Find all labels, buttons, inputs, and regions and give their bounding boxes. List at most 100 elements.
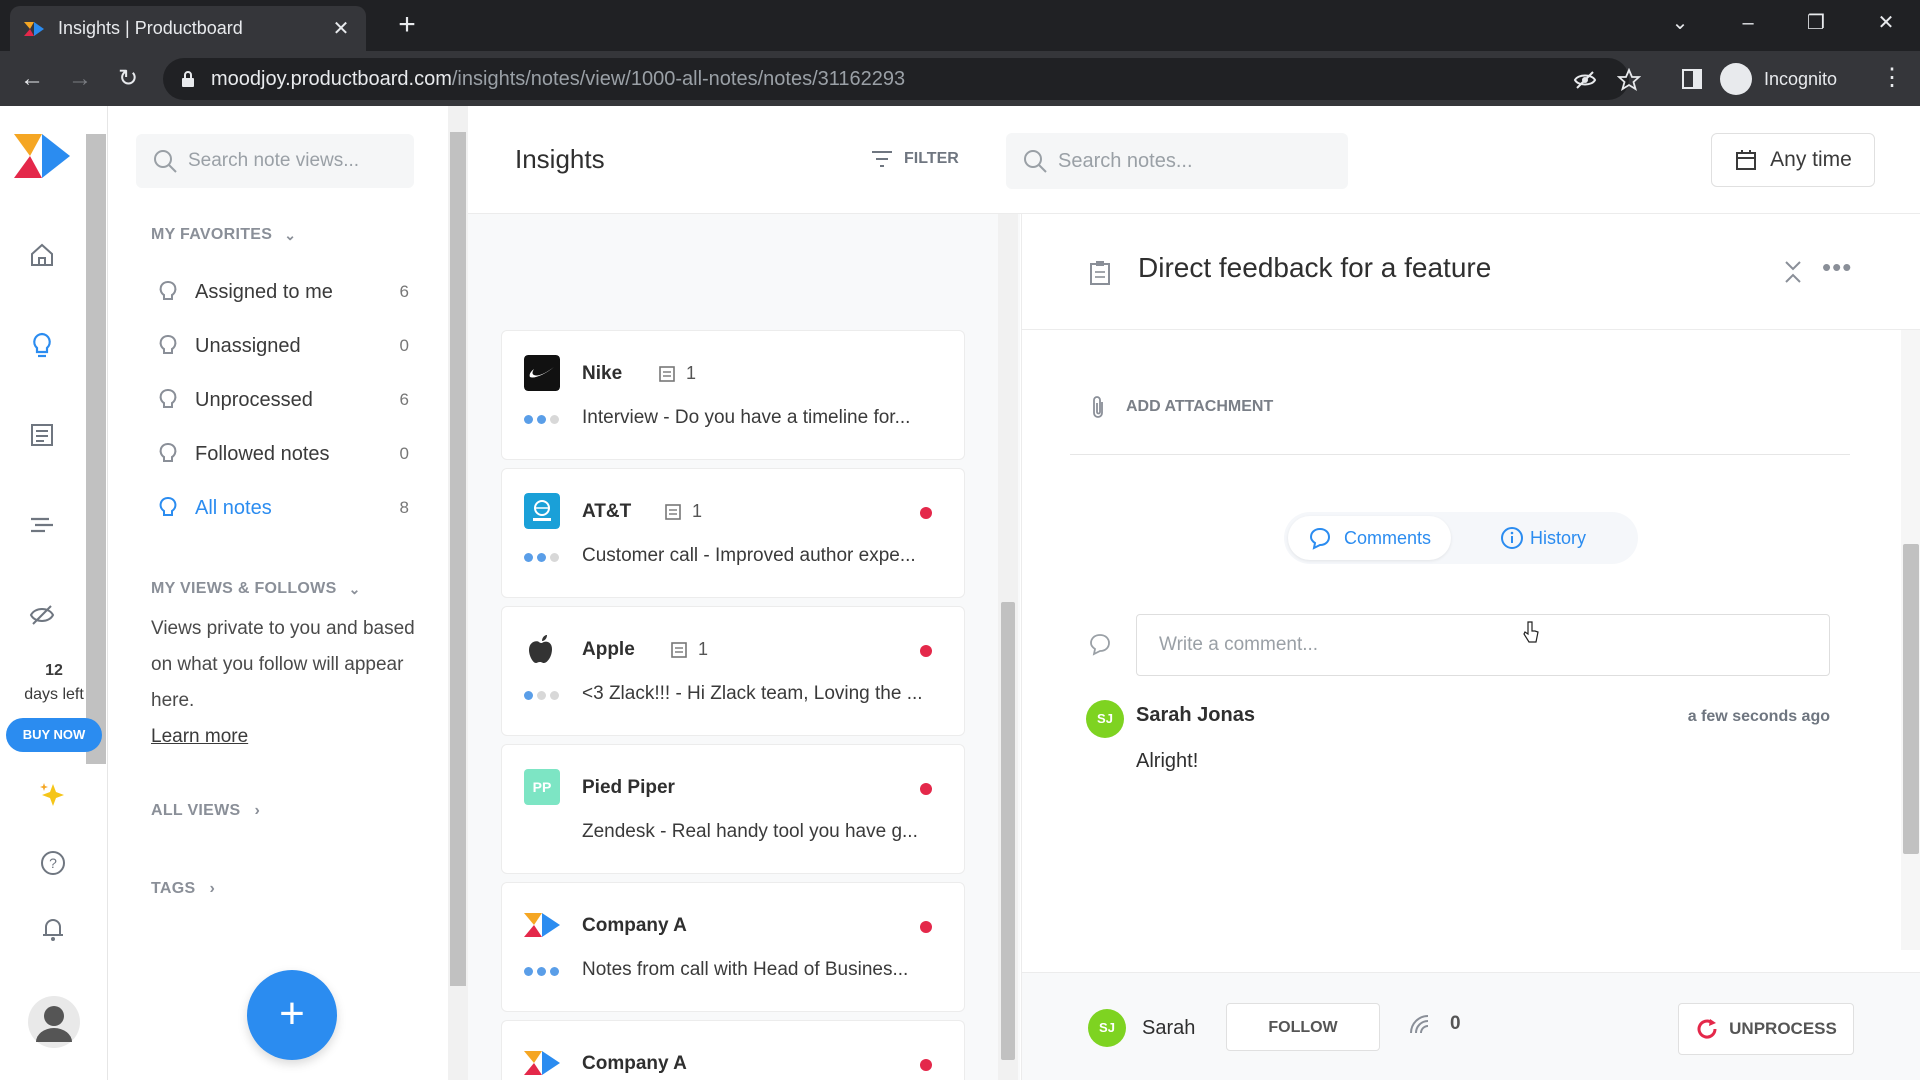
note-card[interactable]: AT&T 1 Customer call - Improved author e…: [501, 468, 965, 598]
importance-dots: [524, 553, 559, 562]
note-title[interactable]: Direct feedback for a feature: [1138, 252, 1491, 284]
collapse-icon[interactable]: [1782, 258, 1804, 286]
note-owner[interactable]: SJ Sarah: [1088, 1009, 1195, 1047]
tab-search-icon[interactable]: ⌄: [1660, 8, 1700, 38]
search-note-views-input[interactable]: Search note views...: [136, 134, 414, 188]
notes-list-scrollbar-thumb[interactable]: [1001, 602, 1015, 1060]
tags-header[interactable]: TAGS ›: [151, 880, 215, 898]
impact-counter[interactable]: 0: [1408, 1013, 1461, 1035]
bookmark-star-icon[interactable]: [1617, 68, 1641, 92]
tab-history[interactable]: History: [1480, 516, 1606, 560]
productboard-logo[interactable]: [14, 134, 70, 178]
nike-logo: [524, 355, 560, 391]
back-icon[interactable]: ←: [16, 63, 48, 95]
url-host: moodjoy.productboard.com: [211, 67, 452, 90]
note-card[interactable]: Company A: [501, 1020, 965, 1080]
buy-now-button[interactable]: BUY NOW: [6, 718, 102, 752]
comment-body: Alright!: [1136, 750, 1199, 772]
sidebar-item-followed-notes[interactable]: Followed notes 0: [155, 434, 409, 474]
comment-timestamp: a few seconds ago: [1687, 708, 1830, 725]
sidebar-item-count: 6: [399, 390, 409, 409]
follow-button[interactable]: FOLLOW: [1226, 1003, 1380, 1051]
filter-button[interactable]: FILTER: [870, 148, 959, 170]
tab-comments[interactable]: Comments: [1288, 516, 1452, 560]
date-range-button[interactable]: Any time: [1711, 133, 1875, 187]
close-tab-icon[interactable]: ✕: [330, 16, 352, 41]
note-count-value: 1: [692, 501, 703, 521]
page-title: Insights: [515, 144, 605, 174]
insights-bulb-icon[interactable]: [27, 330, 57, 360]
unprocess-button[interactable]: UNPROCESS: [1678, 1003, 1854, 1055]
minimize-icon[interactable]: –: [1728, 8, 1768, 38]
comment-author: Sarah Jonas: [1136, 704, 1255, 726]
note-doc-icon: [659, 365, 675, 382]
address-bar[interactable]: moodjoy.productboard.com/insights/notes/…: [163, 58, 1641, 100]
features-board-icon[interactable]: [27, 420, 57, 450]
sidebar-item-count: 0: [399, 444, 409, 463]
sidebar-item-all-notes[interactable]: All notes 8: [155, 488, 409, 528]
unprocessed-dot: [920, 921, 932, 933]
write-comment-input[interactable]: Write a comment...: [1136, 614, 1830, 676]
unprocess-label: UNPROCESS: [1729, 1019, 1837, 1038]
sidebar-item-unprocessed[interactable]: Unprocessed 6: [155, 380, 409, 420]
reload-icon[interactable]: ↻: [112, 63, 144, 95]
sidebar-item-unassigned[interactable]: Unassigned 0: [155, 326, 409, 366]
roadmap-icon[interactable]: [27, 510, 57, 540]
note-preview: <3 Zlack!!! - Hi Zlack team, Loving the …: [582, 683, 923, 704]
note-detail-header: Direct feedback for a feature •••: [1022, 214, 1920, 330]
bulb-view-icon: [159, 389, 177, 408]
mouse-pointer-icon: [1523, 621, 1539, 643]
unprocessed-dot: [920, 507, 932, 519]
note-card[interactable]: Apple 1 <3 Zlack!!! - Hi Zlack team, Lov…: [501, 606, 965, 736]
tags-title: TAGS: [151, 880, 196, 897]
side-panel-icon[interactable]: [1680, 67, 1704, 91]
learn-more-link[interactable]: Learn more: [151, 726, 248, 747]
comment-author-avatar: SJ: [1086, 700, 1124, 738]
incognito-profile[interactable]: Incognito: [1720, 58, 1837, 100]
company-a-logo: [524, 913, 560, 937]
home-icon[interactable]: [27, 240, 57, 270]
restore-icon[interactable]: ❐: [1796, 8, 1836, 38]
incognito-icon: [1720, 63, 1752, 95]
eye-off-icon[interactable]: [1573, 68, 1597, 92]
user-avatar[interactable]: [28, 996, 80, 1048]
all-views-header[interactable]: ALL VIEWS ›: [151, 802, 260, 820]
browser-menu-icon[interactable]: ⋮: [1880, 63, 1904, 92]
search-notes-input[interactable]: Search notes...: [1006, 133, 1348, 189]
help-icon[interactable]: ?: [38, 848, 68, 878]
detail-scrollbar[interactable]: [1901, 330, 1920, 950]
add-attachment-button[interactable]: ADD ATTACHMENT: [1088, 394, 1273, 420]
note-company: AT&T: [582, 501, 632, 522]
productboard-favicon: [24, 21, 44, 36]
paperclip-icon: [1093, 396, 1103, 418]
notes-list-scrollbar[interactable]: [998, 214, 1018, 1080]
filter-label: FILTER: [904, 150, 959, 167]
my-views-follows-header[interactable]: MY VIEWS & FOLLOWS ⌄: [151, 580, 361, 598]
my-favorites-header[interactable]: MY FAVORITES ⌄: [151, 226, 296, 244]
importance-dots: [524, 691, 559, 700]
portal-icon[interactable]: [27, 600, 57, 630]
sidebar-scrollbar[interactable]: [448, 106, 468, 1080]
browser-toolbar: ← → ↻ moodjoy.productboard.com/insights/…: [0, 51, 1920, 106]
new-tab-icon[interactable]: +: [390, 8, 424, 42]
close-window-icon[interactable]: ✕: [1866, 8, 1906, 38]
sidebar-item-count: 0: [399, 336, 409, 355]
note-card[interactable]: Nike 1 Interview - Do you have a timelin…: [501, 330, 965, 460]
detail-scrollbar-thumb[interactable]: [1903, 544, 1919, 854]
more-options-icon[interactable]: •••: [1822, 252, 1852, 283]
forward-icon[interactable]: →: [64, 63, 96, 95]
signal-icon: [1410, 1015, 1429, 1034]
sidebar-item-assigned-to-me[interactable]: Assigned to me 6: [155, 272, 409, 312]
info-icon: [1501, 527, 1523, 549]
add-note-button[interactable]: +: [247, 970, 337, 1060]
trial-days-count: 12: [45, 662, 63, 679]
note-card[interactable]: Company A Notes from call with Head of B…: [501, 882, 965, 1012]
browser-tab[interactable]: Insights | Productboard ✕: [10, 6, 366, 51]
notifications-bell-icon[interactable]: [38, 914, 68, 944]
unprocess-cycle-icon: [1697, 1019, 1717, 1039]
note-card[interactable]: PP Pied Piper Zendesk - Real handy tool …: [501, 744, 965, 874]
sparkle-icon[interactable]: [38, 780, 68, 810]
owner-name: Sarah: [1142, 1016, 1196, 1039]
unprocessed-dot: [920, 645, 932, 657]
sidebar-scrollbar-thumb[interactable]: [450, 132, 466, 986]
